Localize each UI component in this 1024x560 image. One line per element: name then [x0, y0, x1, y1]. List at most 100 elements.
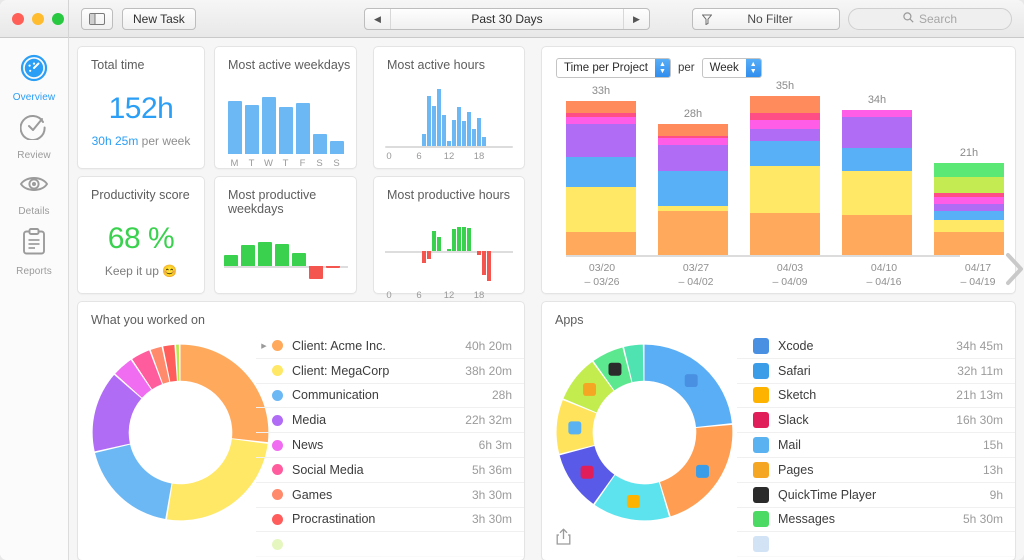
bar-segment	[566, 187, 636, 232]
filter-label: No Filter	[747, 12, 793, 26]
bar	[387, 216, 391, 286]
new-task-button[interactable]: New Task	[122, 7, 196, 30]
close-button[interactable]	[12, 12, 24, 25]
bar-segment	[934, 220, 1004, 232]
table-row[interactable]: News 6h 3m	[256, 433, 524, 458]
table-row[interactable]: Media 22h 32m	[256, 408, 524, 434]
bar	[477, 118, 481, 146]
row-label: Media	[292, 413, 327, 428]
productive-weekdays-chart	[223, 234, 348, 298]
table-row[interactable]: Communication 28h	[256, 384, 524, 409]
bar	[437, 216, 441, 286]
xcode-icon	[753, 337, 769, 354]
check-circle-icon	[19, 112, 48, 145]
share-button[interactable]	[556, 528, 571, 550]
donut-segment[interactable]	[166, 439, 268, 521]
table-row[interactable]: Mail 15h	[737, 433, 1015, 458]
disclosure-triangle-icon[interactable]: ▶	[256, 342, 272, 350]
color-dot	[272, 439, 283, 451]
row-label: Xcode	[778, 338, 814, 353]
row-value: 32h 11m	[957, 363, 1003, 378]
card-what-you-worked-on: What you worked on ▶ Client: Acme Inc. 40h…	[77, 301, 525, 560]
stacked-bar[interactable]: 28h	[658, 87, 728, 255]
productivity-value: 68 %	[107, 222, 175, 255]
bar-group	[215, 92, 356, 154]
bar	[432, 216, 436, 286]
table-row[interactable]: ▶ Client: Acme Inc. 40h 20m	[256, 334, 524, 359]
sidebar-item-label: Details	[18, 205, 50, 217]
bar	[487, 216, 491, 286]
stacked-bar[interactable]: 34h	[842, 87, 912, 255]
row-value: 6h 3m	[478, 438, 512, 453]
bar	[452, 119, 456, 146]
stacked-bar[interactable]: 21h	[934, 87, 1004, 255]
zoom-button[interactable]	[52, 12, 64, 25]
stacked-bar[interactable]: 33h	[566, 85, 636, 255]
table-row[interactable]: Pages 13h	[737, 458, 1015, 483]
table-row[interactable]: Games 3h 30m	[256, 483, 524, 508]
table-row[interactable]: Sketch 21h 13m	[737, 384, 1015, 409]
donut-segment[interactable]	[95, 444, 172, 520]
next-period-button[interactable]: ▶	[623, 9, 649, 29]
card-active-hours: Most active hours 0 6 12 18	[373, 46, 525, 169]
date-range-control[interactable]: ◀ Past 30 Days ▶	[364, 8, 650, 30]
donut-svg	[92, 344, 269, 521]
donut-segment[interactable]	[176, 344, 180, 381]
donut-app-icon	[583, 382, 596, 396]
bar	[442, 216, 446, 286]
bar	[227, 101, 242, 154]
table-row[interactable]: Safari 32h 11m	[737, 359, 1015, 384]
sidebar-toggle-button[interactable]	[81, 7, 113, 30]
axis-labels: 0 6 12 18	[385, 151, 513, 165]
table-row[interactable]: Client: MegaCorp 38h 20m	[256, 359, 524, 384]
table-row[interactable]: QuickTime Player 9h	[737, 483, 1015, 508]
bar-segment	[750, 213, 820, 255]
axis-tick: 18	[473, 290, 485, 301]
sidebar-item-review[interactable]: Review	[0, 108, 68, 164]
search-input[interactable]: Search	[848, 8, 1012, 30]
period-select[interactable]: Week ▲ ▼	[701, 58, 762, 78]
bar	[462, 121, 466, 146]
bar	[437, 88, 441, 146]
period-select-value: Week	[709, 62, 739, 74]
window-controls	[0, 12, 68, 25]
table-row[interactable]: Social Media 5h 36m	[256, 458, 524, 483]
card-title: What you worked on	[91, 313, 205, 327]
sidebar-item-reports[interactable]: Reports	[0, 224, 68, 280]
table-row[interactable]: Messages 5h 30m	[737, 508, 1015, 533]
table-row[interactable]	[256, 532, 524, 558]
bar	[312, 133, 327, 154]
row-label: Social Media	[292, 462, 364, 477]
table-row[interactable]	[737, 532, 1015, 558]
eye-icon	[19, 172, 49, 201]
sidebar-item-overview[interactable]: Overview	[0, 50, 68, 106]
axis-tick: S	[333, 158, 340, 169]
bar	[482, 136, 486, 146]
quicktime-icon	[753, 486, 769, 503]
previous-period-button[interactable]: ◀	[365, 9, 391, 29]
bar-segment	[842, 110, 912, 118]
next-page-button[interactable]	[997, 247, 1024, 291]
metric-select[interactable]: Time per Project ▲ ▼	[556, 58, 671, 78]
axis-tick: 12	[443, 290, 455, 301]
row-value: 38h 20m	[465, 363, 512, 378]
bar	[402, 216, 406, 286]
color-dot	[272, 365, 283, 377]
axis-tick: T	[282, 158, 289, 169]
stacked-bar[interactable]: 35h	[750, 80, 820, 255]
sketch-icon	[753, 387, 769, 404]
row-label: Safari	[778, 363, 811, 378]
bar	[407, 216, 411, 286]
filter-control[interactable]: No Filter	[692, 8, 840, 30]
filter-icon	[693, 14, 721, 25]
share-icon	[556, 528, 571, 545]
sidebar: Overview Review Details Reports	[0, 38, 69, 560]
table-row[interactable]: Procrastination 3h 30m	[256, 508, 524, 533]
table-row[interactable]: Slack 16h 30m	[737, 408, 1015, 434]
minimize-button[interactable]	[32, 12, 44, 25]
table-row[interactable]: Xcode 34h 45m	[737, 334, 1015, 359]
axis-tick: 04/10– 04/16	[866, 262, 902, 288]
sidebar-item-details[interactable]: Details	[0, 166, 68, 222]
bar-total-label: 34h	[867, 94, 887, 107]
bar-segment	[934, 163, 1004, 178]
